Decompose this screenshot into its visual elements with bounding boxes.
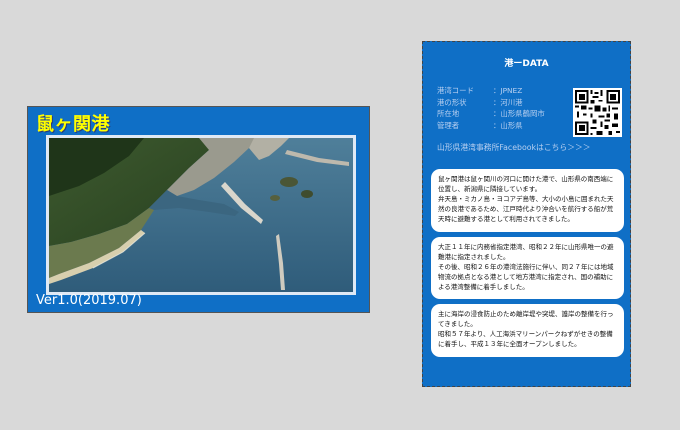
- history-textbox-3: 主に海岸の浸食防止のため離岸堤や突堤、護岸の整備を行ってきました。 昭和５７年よ…: [431, 304, 624, 357]
- info-row-port-shape: 港の形状 ：河川港: [437, 98, 545, 110]
- info-value: ：山形県鶴岡市: [493, 109, 545, 119]
- info-value: ：山形県: [493, 121, 523, 131]
- data-title: 港ーDATA: [504, 59, 549, 69]
- history-paragraph: その後、昭和２６年の港湾法施行に伴い、同２７年には地域物流の拠点となる港として地…: [438, 263, 614, 291]
- info-key: 管理者: [437, 121, 460, 131]
- info-key: 港湾コード: [437, 86, 474, 95]
- port-title: 鼠ヶ関港: [36, 114, 110, 135]
- info-key: 所在地: [437, 109, 460, 119]
- history-paragraph: 鼠ヶ関港は鼠ヶ関川の河口に開けた港で、山形県の南西端に位置し、新潟県に隣接してい…: [438, 175, 614, 193]
- history-paragraph: 大正１１年に内務省指定港湾、昭和２２年に山形県唯一の避難港に指定されました。: [438, 243, 614, 261]
- port-info-table: 港湾コード ：JPNEZ 港の形状 ：河川港 所在地 ：山形県鶴岡市 管理者 ：…: [437, 86, 545, 133]
- facebook-link[interactable]: 山形県港湾事務所Facebookはこちら＞＞＞: [437, 142, 591, 153]
- history-paragraph: 主に海岸の浸食防止のため離岸堤や突堤、護岸の整備を行ってきました。: [438, 310, 614, 328]
- aerial-photo: [49, 138, 353, 292]
- info-row-location: 所在地 ：山形県鶴岡市: [437, 109, 545, 121]
- version-label: Ver1.0(2019.07): [36, 293, 142, 308]
- history-textbox-2: 大正１１年に内務省指定港湾、昭和２２年に山形県唯一の避難港に指定されました。 そ…: [431, 237, 624, 299]
- info-row-manager: 管理者 ：山形県: [437, 121, 545, 133]
- aerial-photo-frame: [46, 135, 356, 295]
- history-paragraph: 弁天島・ミカノ島・ヨコアデ島等、大小の小島に囲まれた天然の良港であるため、江戸時…: [438, 195, 614, 223]
- info-value: ：河川港: [493, 97, 523, 107]
- card-back: 港ーDATA 港湾コード ：JPNEZ 港の形状 ：河川港 所在地 ：山形県鶴岡…: [422, 41, 631, 387]
- info-row-port-code: 港湾コード ：JPNEZ: [437, 86, 545, 98]
- info-key: 港の形状: [437, 97, 467, 107]
- history-textbox-1: 鼠ヶ関港は鼠ヶ関川の河口に開けた港で、山形県の南西端に位置し、新潟県に隣接してい…: [431, 169, 624, 232]
- history-paragraph: 昭和５７年より、人工海浜マリーンパークねずがせきの整備に着手し、平成１３年に全面…: [438, 330, 613, 348]
- card-front: 鼠ヶ関港 Ver1.0(2019.07): [27, 106, 370, 313]
- info-value: ：JPNEZ: [493, 86, 523, 95]
- qr-code-icon[interactable]: [573, 88, 622, 137]
